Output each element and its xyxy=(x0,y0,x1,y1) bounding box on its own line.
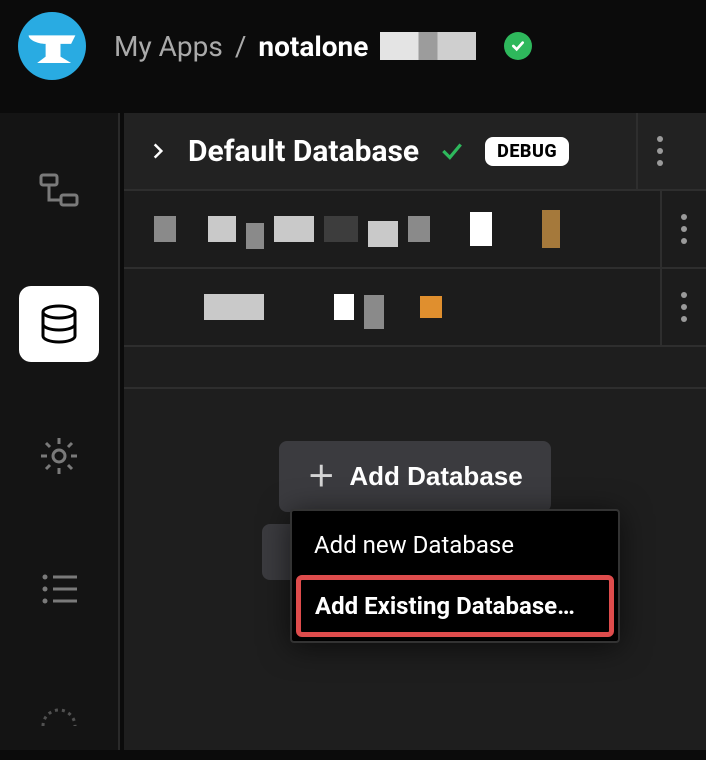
database-icon xyxy=(35,300,83,348)
add-database-dropdown: Add new Database Add Existing Database… xyxy=(290,509,620,643)
breadcrumb-separator: / xyxy=(235,30,247,63)
sidebar xyxy=(0,113,120,750)
database-title[interactable]: Default Database xyxy=(188,134,419,169)
database-header: Default Database DEBUG xyxy=(124,113,706,191)
sidebar-item-settings[interactable] xyxy=(19,418,99,495)
menu-item-add-existing[interactable]: Add Existing Database… xyxy=(296,575,614,637)
kebab-icon xyxy=(681,292,687,322)
top-bar: My Apps / notalone xyxy=(0,0,706,92)
check-icon xyxy=(439,138,465,164)
table-row[interactable] xyxy=(124,269,706,347)
row-menu-button[interactable] xyxy=(660,269,706,345)
plus-icon: ＋ xyxy=(307,463,335,491)
sidebar-item-gauge[interactable] xyxy=(19,683,99,760)
check-icon xyxy=(510,38,526,54)
gear-icon xyxy=(35,432,83,480)
add-database-area: ＋ Add Database Add new Database Add Exis… xyxy=(124,389,706,512)
tree-icon xyxy=(35,167,83,215)
kebab-icon xyxy=(681,214,687,244)
gauge-icon xyxy=(35,698,83,746)
breadcrumb-root[interactable]: My Apps xyxy=(114,30,223,63)
anvil-logo[interactable] xyxy=(18,12,86,80)
sidebar-item-database[interactable] xyxy=(19,286,99,363)
breadcrumb: My Apps / notalone xyxy=(114,30,476,63)
table-row[interactable] xyxy=(124,191,706,269)
main-panel: Default Database DEBUG xyxy=(124,113,706,750)
redacted-text xyxy=(380,32,476,60)
sidebar-item-list[interactable] xyxy=(19,551,99,628)
add-database-button[interactable]: ＋ Add Database xyxy=(279,441,550,512)
row-menu-button[interactable] xyxy=(660,191,706,267)
menu-item-add-new[interactable]: Add new Database xyxy=(296,515,614,575)
status-badge xyxy=(504,32,532,60)
header-menu-button[interactable] xyxy=(636,113,682,189)
add-database-label: Add Database xyxy=(349,461,522,492)
debug-badge[interactable]: DEBUG xyxy=(485,137,569,166)
sidebar-item-tree[interactable] xyxy=(19,153,99,230)
kebab-icon xyxy=(657,136,663,166)
chevron-right-icon[interactable] xyxy=(148,141,168,161)
breadcrumb-current[interactable]: notalone xyxy=(258,30,368,63)
anvil-icon xyxy=(18,12,86,80)
list-icon xyxy=(35,565,83,613)
